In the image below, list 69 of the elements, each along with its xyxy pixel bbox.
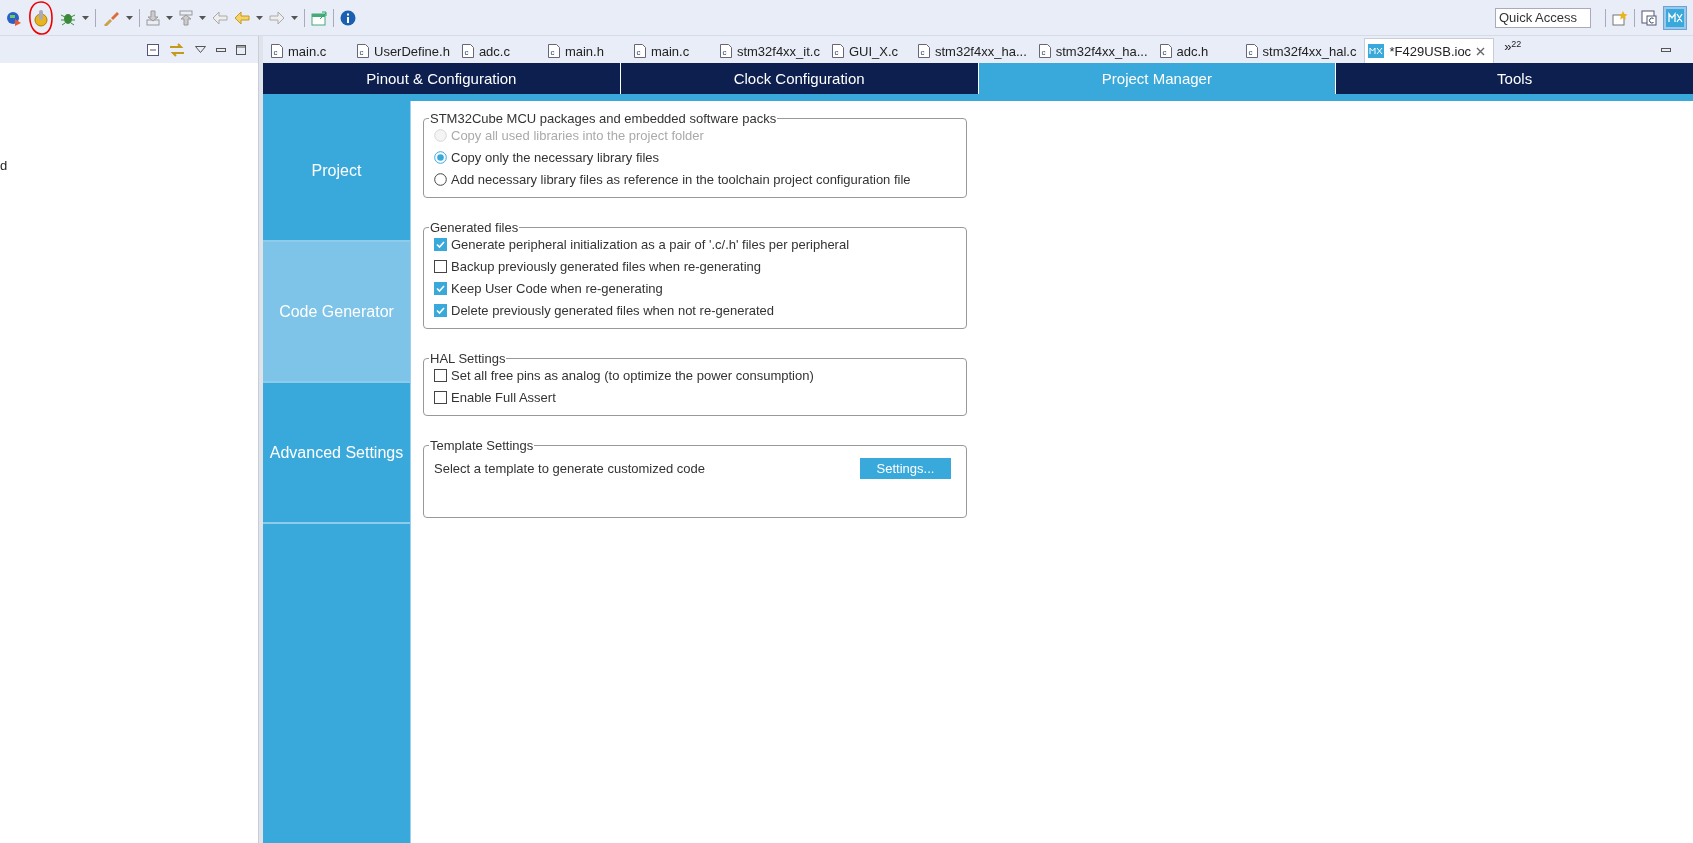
caret-icon[interactable]	[126, 15, 133, 20]
group-title: HAL Settings	[429, 351, 507, 366]
group-title: Template Settings	[429, 438, 535, 453]
editor-tab[interactable]: c adc.h	[1155, 38, 1238, 63]
editor-tab[interactable]: c stm32f4xx_it.c	[715, 38, 824, 63]
checkbox[interactable]	[434, 391, 447, 404]
c-file-icon: c	[831, 44, 844, 58]
view-menu-icon[interactable]	[195, 46, 206, 53]
c-file-icon: c	[1159, 44, 1172, 58]
maximize-icon[interactable]	[236, 44, 246, 55]
option-label: Copy only the necessary library files	[451, 150, 660, 165]
circled-gear-drawing[interactable]	[28, 0, 54, 35]
mx-file-icon	[1368, 44, 1385, 58]
collapse-all-icon[interactable]	[147, 43, 159, 56]
group-title: Generated files	[429, 220, 520, 235]
option-label: Add necessary library files as reference in the toolchain project configuration file	[451, 172, 911, 187]
option-label: Copy all used libraries into the project folder	[451, 128, 704, 143]
c-file-icon: c	[719, 44, 732, 58]
editor-tab[interactable]: c main.h	[543, 38, 626, 63]
option-label: Generate peripheral initialization as a pair of '.c/.h' files per peripheral	[451, 237, 850, 252]
c-file-icon: c	[547, 44, 560, 58]
caret-icon[interactable]	[199, 15, 206, 20]
info-icon[interactable]	[340, 9, 356, 26]
editor-tab[interactable]: c adc.c	[457, 38, 540, 63]
c-file-icon: c	[1245, 44, 1258, 58]
editor-tab[interactable]: c stm32f4xx_ha...	[913, 38, 1031, 63]
checkbox[interactable]	[434, 238, 447, 251]
c-file-icon: c	[271, 44, 283, 58]
perspective-tab[interactable]: Pinout & Configuration	[263, 63, 620, 94]
editor-tab[interactable]: c stm32f4xx_hal.c	[1241, 38, 1361, 63]
c-file-icon: c	[917, 44, 930, 58]
tree-item-text: d	[0, 158, 8, 173]
minimize-icon[interactable]	[1661, 47, 1671, 52]
radio-button[interactable]	[434, 151, 447, 164]
mx-perspective-icon[interactable]	[1666, 8, 1684, 27]
checkbox[interactable]	[434, 260, 447, 273]
template-description: Select a template to generate customized code	[434, 460, 705, 476]
editor-tab[interactable]: *F429USB.ioc	[1364, 38, 1495, 63]
editor-tab[interactable]: c main.c	[267, 38, 349, 63]
perspective-tab[interactable]: Tools	[1336, 63, 1693, 94]
c-file-icon: c	[1038, 44, 1051, 58]
option-label: Enable Full Assert	[451, 390, 556, 405]
option-label: Keep User Code when re-generating	[451, 281, 663, 296]
option-label: Set all free pins as analog (to optimize the power consumption)	[451, 368, 814, 383]
export-window-icon[interactable]	[311, 9, 327, 26]
caret-icon[interactable]	[256, 15, 263, 20]
quick-access-field[interactable]: Quick Access	[1495, 7, 1591, 28]
caret-icon[interactable]	[166, 15, 173, 20]
editor-tab[interactable]: c stm32f4xx_ha...	[1034, 38, 1152, 63]
perspective-tab[interactable]: Clock Configuration	[620, 63, 978, 94]
caret-icon[interactable]	[291, 15, 298, 20]
radio-button[interactable]	[434, 173, 447, 186]
group-title: STM32Cube MCU packages and embedded software packs	[429, 111, 778, 126]
globe-run-icon[interactable]	[6, 9, 22, 26]
editor-tab[interactable]: c GUI_X.c	[827, 38, 910, 63]
editor-tab[interactable]: c UserDefine.h	[353, 38, 454, 63]
option-label: Delete previously generated files when not re-generated	[451, 303, 775, 318]
c-file-icon: c	[357, 44, 369, 58]
c-file-icon: c	[633, 44, 646, 58]
option-label: Backup previously generated files when re-generating	[451, 259, 762, 274]
checkbox[interactable]	[434, 304, 447, 317]
minimize-icon[interactable]	[216, 47, 226, 52]
checkbox[interactable]	[434, 282, 447, 295]
c-file-icon: c	[461, 44, 474, 58]
caret-icon[interactable]	[82, 15, 89, 20]
checkbox[interactable]	[434, 369, 447, 382]
close-icon[interactable]	[1476, 46, 1486, 56]
c-perspective-icon[interactable]	[1641, 9, 1657, 26]
editor-tab[interactable]: c main.c	[629, 38, 712, 63]
